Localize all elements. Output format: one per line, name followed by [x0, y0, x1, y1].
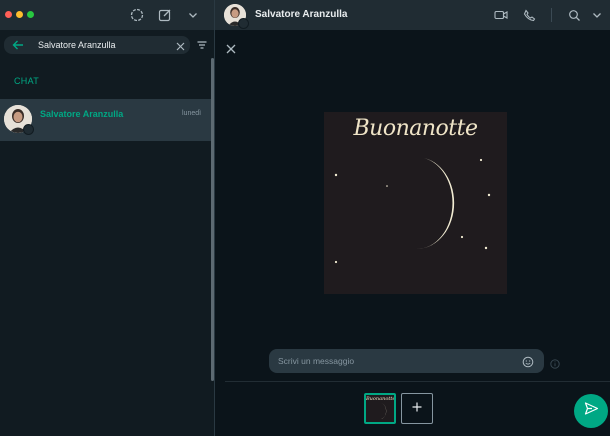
search-input[interactable]	[38, 37, 168, 53]
smiley-icon[interactable]	[522, 355, 534, 368]
caption-input[interactable]	[278, 353, 513, 369]
search-icon[interactable]	[566, 7, 582, 23]
search-row	[0, 30, 214, 60]
filter-icon[interactable]	[196, 38, 208, 50]
footer-divider	[225, 381, 610, 382]
compose-icon[interactable]	[156, 6, 174, 24]
add-media-button[interactable]	[401, 393, 433, 424]
sidebar	[0, 0, 214, 436]
window-minimize-button[interactable]	[16, 11, 23, 18]
selected-media-thumbnail[interactable]: Buonanotte	[364, 393, 396, 424]
phone-icon[interactable]	[521, 7, 537, 23]
chat-time: lunedì	[182, 110, 202, 117]
contact-name[interactable]: Salvatore Aranzulla	[255, 9, 347, 20]
caption-box	[269, 349, 544, 373]
close-icon[interactable]	[175, 39, 186, 51]
send-icon	[584, 401, 599, 421]
header-separator	[551, 8, 552, 22]
window-close-button[interactable]	[5, 11, 12, 18]
chat-name: Salvatore Aranzulla	[40, 109, 124, 119]
info-icon[interactable]	[550, 356, 560, 369]
contact-status-badge	[238, 18, 249, 29]
video-camera-icon[interactable]	[493, 7, 509, 23]
section-label-chat: CHAT	[14, 76, 40, 86]
plus-icon	[411, 400, 423, 418]
thumbnail-moon-illustration	[379, 403, 387, 420]
image-title-text: Buonanotte	[353, 116, 478, 141]
send-button[interactable]	[574, 394, 608, 428]
status-badge	[23, 124, 34, 135]
window-zoom-button[interactable]	[27, 11, 34, 18]
close-icon[interactable]	[224, 42, 238, 56]
status-ring-icon[interactable]	[128, 6, 146, 24]
arrow-left-icon[interactable]	[10, 37, 26, 53]
chat-list-item[interactable]: Salvatore Aranzulla lunedì	[0, 99, 211, 141]
search-box	[4, 36, 190, 54]
image-preview: Buonanotte	[324, 112, 507, 294]
chevron-down-icon[interactable]	[589, 7, 605, 23]
chevron-down-icon[interactable]	[184, 6, 202, 24]
